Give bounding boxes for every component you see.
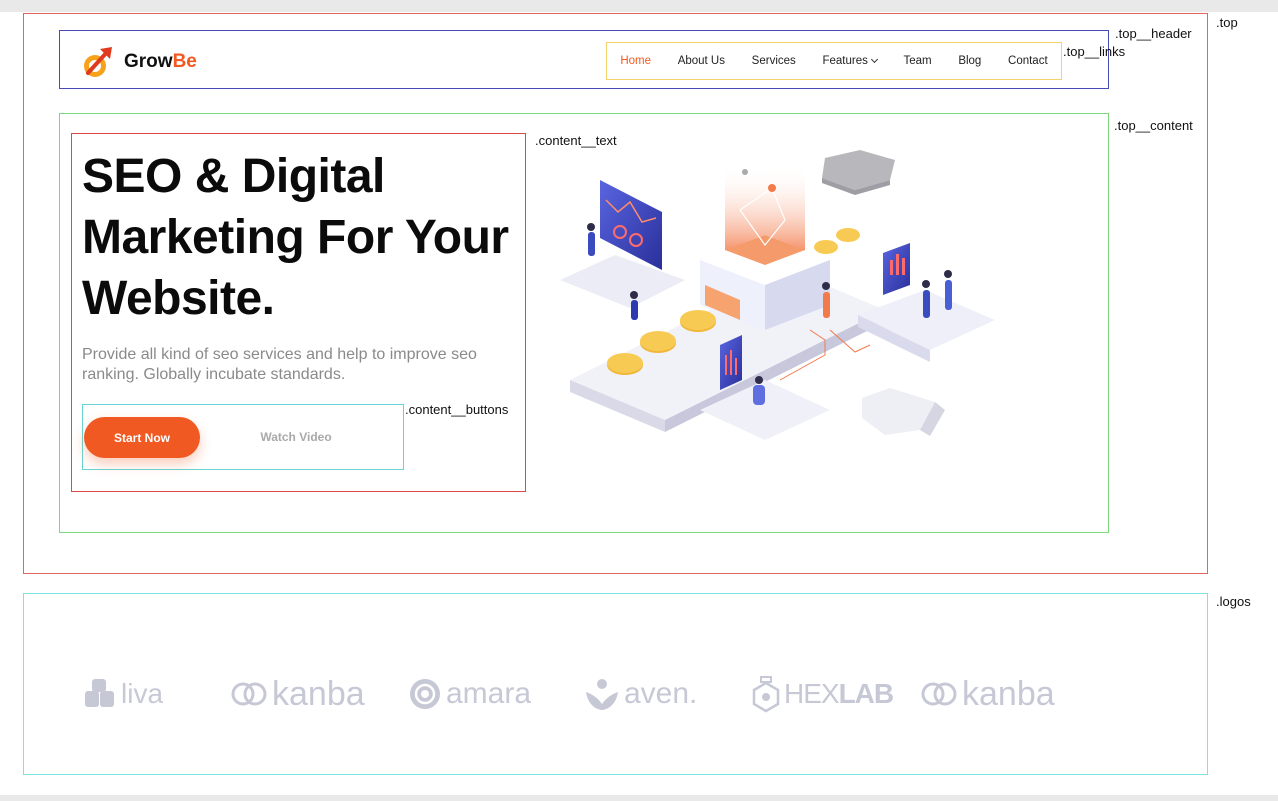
top-nav: Home About Us Services Features Team Blo… <box>607 43 1061 79</box>
nav-contact[interactable]: Contact <box>1008 55 1048 67</box>
top-content-label: .top__content <box>1114 118 1193 133</box>
lotus-icon <box>586 679 618 710</box>
brand-name: GrowBe <box>124 51 197 72</box>
nav-blog[interactable]: Blog <box>958 55 981 67</box>
logos-label: .logos <box>1216 594 1251 609</box>
link-rings-icon <box>921 682 957 706</box>
top-header-label: .top__header <box>1115 26 1192 41</box>
seo-isometric-illustration <box>560 150 995 440</box>
logo-kanba-2-text: kanba <box>962 674 1055 713</box>
nav-services[interactable]: Services <box>752 55 796 67</box>
hero-description: Provide all kind of seo services and hel… <box>82 346 477 383</box>
logo-hexlab: HEXLAB <box>752 672 894 716</box>
logo-kanba-1: kanba <box>230 672 365 716</box>
chevron-down-icon <box>870 55 878 64</box>
gray-block-bottom <box>862 388 945 436</box>
central-machine <box>700 165 830 330</box>
nav-team[interactable]: Team <box>904 55 932 67</box>
headline-line-1: SEO & Digital <box>82 150 385 203</box>
logo-hexlab-text: HEXLAB <box>784 678 894 709</box>
brand-logo[interactable]: GrowBe <box>82 45 197 79</box>
watch-video-button[interactable]: Watch Video <box>246 425 346 449</box>
logo-aven: aven. <box>584 672 697 716</box>
headline-line-3: Website. <box>82 272 275 325</box>
logo-kanba-2: kanba <box>920 672 1055 716</box>
link-rings-icon <box>231 682 267 706</box>
at-seal-icon <box>410 679 440 709</box>
content-buttons-label: .content__buttons <box>405 402 509 417</box>
puzzle-icon <box>85 679 114 707</box>
nav-home[interactable]: Home <box>620 55 651 67</box>
rocket-logo-icon <box>84 47 112 77</box>
logo-amara: amara <box>408 672 531 716</box>
logo-amara-text: amara <box>446 677 532 710</box>
chart-panel-left <box>560 180 685 308</box>
top-label: .top <box>1216 15 1238 30</box>
headline-line-2: Marketing For Your <box>82 211 509 264</box>
hero-headline: SEO & Digital Marketing For Your Website… <box>82 146 522 329</box>
logo-kanba-1-text: kanba <box>272 674 365 713</box>
nav-features-label: Features <box>822 55 868 67</box>
logo-aven-text: aven. <box>624 677 698 710</box>
flask-hexagon-icon <box>752 676 780 713</box>
start-now-button[interactable]: Start Now <box>84 417 200 458</box>
logo-liva: liva <box>83 672 163 716</box>
top-links-label: .top__links <box>1063 44 1126 59</box>
logo-liva-text: liva <box>121 678 164 709</box>
nav-features[interactable]: Features <box>822 55 878 67</box>
gray-block-top <box>822 150 895 195</box>
nav-about-us[interactable]: About Us <box>678 55 725 67</box>
